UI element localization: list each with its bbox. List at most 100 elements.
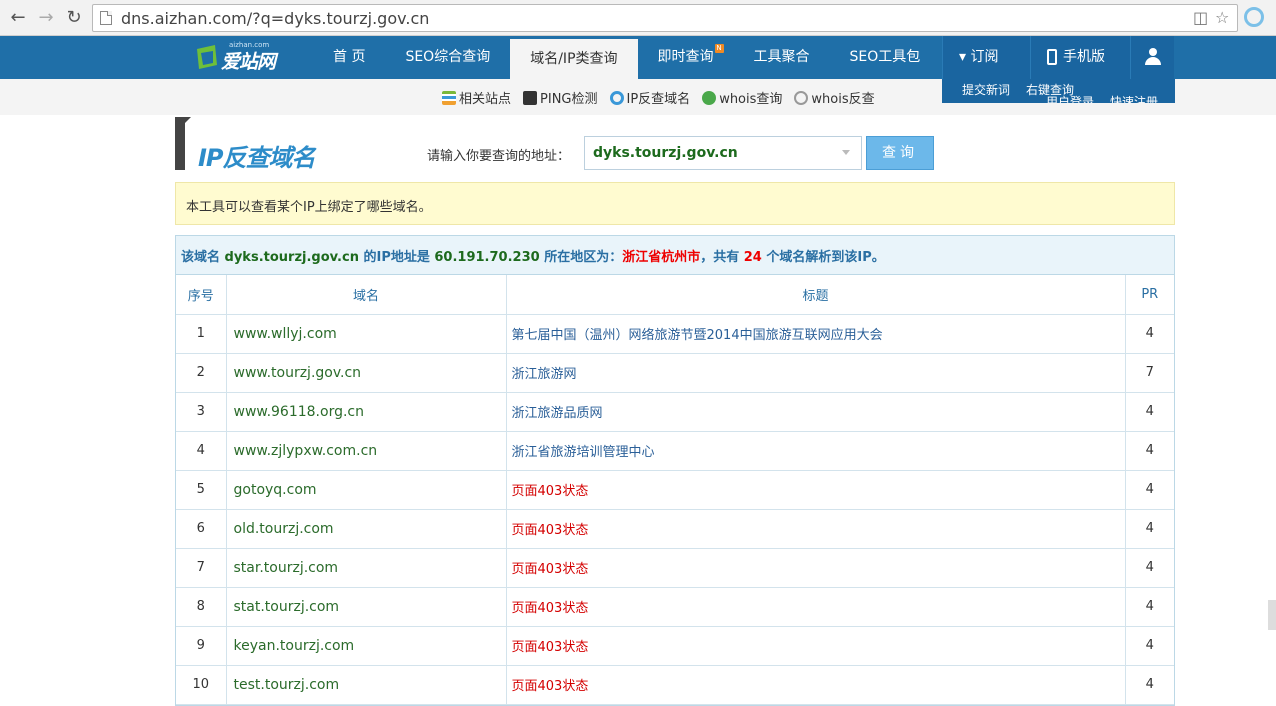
query-input[interactable]	[584, 136, 862, 170]
user-button[interactable]	[1130, 36, 1174, 79]
row-number: 8	[176, 587, 227, 627]
row-domain-link[interactable]: gotoyq.com	[226, 470, 507, 510]
browser-toolbar: ← → ↻ dns.aizhan.com/?q=dyks.tourzj.gov.…	[0, 0, 1276, 36]
url-text[interactable]: dns.aizhan.com/?q=dyks.tourzj.gov.cn	[121, 9, 429, 28]
nav-domain-ip-query[interactable]: 域名/IP类查询	[510, 36, 638, 79]
related-sites-link[interactable]: 相关站点	[442, 88, 511, 107]
row-domain-link[interactable]: stat.tourzj.com	[226, 587, 507, 627]
mobile-version-button[interactable]: 手机版	[1030, 36, 1130, 79]
scrollbar[interactable]	[1268, 600, 1276, 630]
user-dropdown-strip: 提交新词 右键查询 用户登录 快速注册	[942, 79, 1175, 103]
row-number: 9	[176, 626, 227, 666]
whois-link[interactable]: whois查询	[702, 88, 782, 107]
row-pr: 4	[1125, 392, 1174, 432]
ip-reverse-link[interactable]: IP反查域名	[609, 88, 690, 107]
row-title[interactable]: 浙江旅游网	[506, 353, 1126, 393]
summary-ip: 60.191.70.230	[434, 250, 540, 265]
table-row: 6 old.tourzj.com 页面403状态 4	[176, 509, 1174, 549]
row-number: 1	[176, 314, 227, 354]
row-title: 页面403状态	[506, 665, 1126, 705]
query-button[interactable]: 查询	[866, 136, 934, 170]
extension-icon[interactable]	[1244, 7, 1264, 27]
row-domain-link[interactable]: old.tourzj.com	[226, 509, 507, 549]
row-domain-link[interactable]: www.zjlypxw.com.cn	[226, 431, 507, 471]
submit-new-link[interactable]: 提交新词	[962, 81, 1010, 98]
row-domain-link[interactable]: www.tourzj.gov.cn	[226, 353, 507, 393]
logo-text: 爱站网	[221, 51, 276, 73]
table-row: 4 www.zjlypxw.com.cn 浙江省旅游培训管理中心 4	[176, 431, 1174, 471]
forward-arrow-icon[interactable]: →	[34, 6, 58, 30]
row-pr: 4	[1125, 665, 1174, 705]
title-bar-decoration	[175, 117, 191, 170]
row-title: 页面403状态	[506, 509, 1126, 549]
register-link[interactable]: 快速注册	[1110, 93, 1158, 103]
row-title[interactable]: 浙江旅游品质网	[506, 392, 1126, 432]
list-icon	[442, 90, 456, 105]
table-row: 2 www.tourzj.gov.cn 浙江旅游网 7	[176, 353, 1174, 393]
table-row: 1 www.wllyj.com 第七届中国（温州）网络旅游节暨2014中国旅游互联网…	[176, 314, 1174, 354]
row-pr: 4	[1125, 314, 1174, 354]
login-link[interactable]: 用户登录	[1046, 93, 1094, 103]
summary-domain: dyks.tourzj.gov.cn	[224, 250, 359, 265]
row-title: 页面403状态	[506, 548, 1126, 588]
right-nav: ▾ 订阅 手机版	[942, 36, 1174, 79]
row-number: 2	[176, 353, 227, 393]
nav-seo-query[interactable]: SEO综合查询	[385, 36, 510, 79]
nav-seo-toolkit[interactable]: SEO工具包	[830, 36, 941, 79]
table-row: 9 keyan.tourzj.com 页面403状态 4	[176, 626, 1174, 666]
site-header: aizhan.com 爱站网 首 页 SEO综合查询 域名/IP类查询 即时查询…	[0, 36, 1276, 79]
row-pr: 4	[1125, 587, 1174, 627]
row-number: 4	[176, 431, 227, 471]
table-row: 10 test.tourzj.com 页面403状态 4	[176, 665, 1174, 705]
row-number: 10	[176, 665, 227, 705]
translate-icon[interactable]: ◫	[1193, 8, 1208, 27]
star-icon[interactable]: ☆	[1215, 8, 1229, 27]
row-pr: 4	[1125, 470, 1174, 510]
table-row: 3 www.96118.org.cn 浙江旅游品质网 4	[176, 392, 1174, 432]
back-arrow-icon[interactable]: ←	[6, 6, 30, 30]
row-pr: 4	[1125, 548, 1174, 588]
phone-icon	[1047, 49, 1057, 65]
row-domain-link[interactable]: star.tourzj.com	[226, 548, 507, 588]
result-panel: 该域名 dyks.tourzj.gov.cn 的IP地址是 60.191.70.…	[175, 235, 1175, 706]
row-domain-link[interactable]: www.96118.org.cn	[226, 392, 507, 432]
table-header-row: 序号 域名 标题 PR	[176, 275, 1174, 315]
user-icon	[1144, 48, 1162, 66]
nav-tools[interactable]: 工具聚合	[734, 36, 830, 79]
header-title: 标题	[506, 275, 1126, 315]
header-pr: PR	[1125, 275, 1174, 315]
nav-home[interactable]: 首 页	[313, 36, 385, 79]
row-domain-link[interactable]: keyan.tourzj.com	[226, 626, 507, 666]
refresh-icon	[609, 90, 624, 105]
main-nav: 首 页 SEO综合查询 域名/IP类查询 即时查询 N 工具聚合 SEO工具包	[313, 36, 940, 79]
query-label: 请输入你要查询的地址：	[427, 149, 571, 164]
row-pr: 4	[1125, 431, 1174, 471]
table-row: 8 stat.tourzj.com 页面403状态 4	[176, 587, 1174, 627]
table-row: 7 star.tourzj.com 页面403状态 4	[176, 548, 1174, 588]
result-summary: 该域名 dyks.tourzj.gov.cn 的IP地址是 60.191.70.…	[176, 236, 1174, 275]
table-row: 5 gotoyq.com 页面403状态 4	[176, 470, 1174, 510]
nav-instant-query[interactable]: 即时查询 N	[638, 36, 734, 79]
chevron-down-icon[interactable]	[842, 150, 850, 155]
summary-region: 浙江省杭州市	[622, 250, 701, 265]
header-no: 序号	[176, 275, 227, 315]
row-title[interactable]: 浙江省旅游培训管理中心	[506, 431, 1126, 471]
row-domain-link[interactable]: www.wllyj.com	[226, 314, 507, 354]
reload-icon[interactable]: ↻	[62, 6, 86, 30]
address-bar[interactable]: dns.aizhan.com/?q=dyks.tourzj.gov.cn ◫ ☆	[92, 4, 1238, 32]
row-pr: 4	[1125, 509, 1174, 549]
row-domain-link[interactable]: test.tourzj.com	[226, 665, 507, 705]
site-logo[interactable]: aizhan.com 爱站网	[195, 39, 293, 75]
domain-table: 序号 域名 标题 PR 1 www.wllyj.com 第七届中国（温州）网络旅游节…	[176, 275, 1174, 705]
row-pr: 4	[1125, 626, 1174, 666]
logo-mark-icon	[197, 45, 217, 69]
globe-icon	[702, 90, 717, 105]
tool-notice: 本工具可以查看某个IP上绑定了哪些域名。	[175, 182, 1175, 225]
ping-link[interactable]: PING检测	[523, 88, 598, 107]
whois-reverse-link[interactable]: whois反查	[794, 88, 875, 107]
row-pr: 7	[1125, 353, 1174, 393]
row-number: 3	[176, 392, 227, 432]
row-title[interactable]: 第七届中国（温州）网络旅游节暨2014中国旅游互联网应用大会	[506, 314, 1126, 354]
subscribe-button[interactable]: ▾ 订阅	[942, 36, 1030, 79]
row-number: 5	[176, 470, 227, 510]
